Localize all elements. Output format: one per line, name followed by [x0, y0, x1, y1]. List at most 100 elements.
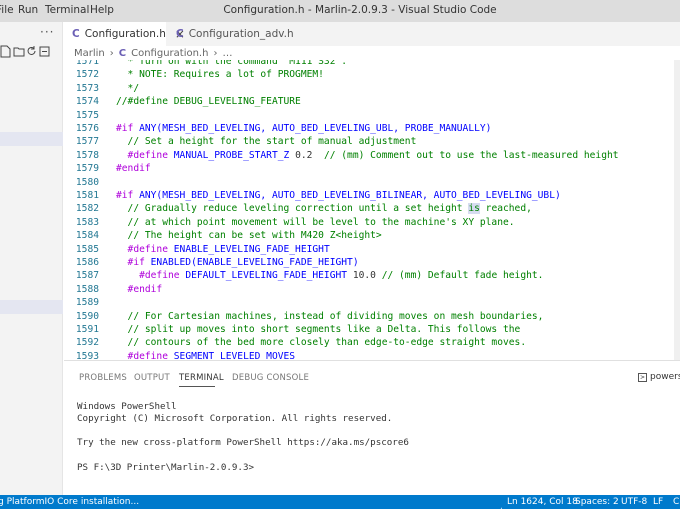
code-line[interactable]: 1575	[64, 109, 680, 122]
code-line[interactable]: 1571 * Turn on with the command 'M111 S3…	[64, 60, 680, 68]
code-line[interactable]: 1577 // Set a height for the start of ma…	[64, 135, 680, 148]
line-number: 1592	[75, 337, 99, 349]
tab-terminal[interactable]: TERMINAL	[179, 373, 224, 383]
tab-label: Configuration_adv.h	[188, 28, 294, 40]
code-token: // split up moves into short segments li…	[116, 324, 521, 335]
line-number: 1590	[75, 310, 99, 322]
code-line[interactable]: 1573 */	[64, 82, 680, 95]
line-number: 1576	[75, 123, 99, 134]
status-eol[interactable]: LF	[653, 497, 663, 507]
code-text: // The height can be set with M420 Z<hei…	[116, 229, 382, 242]
code-token: #endif	[116, 283, 163, 295]
explorer-selected-item-secondary[interactable]	[0, 300, 63, 314]
tab-debug-console[interactable]: DEBUG CONSOLE	[232, 373, 309, 383]
code-line[interactable]: 1583 // at which point movement will be …	[64, 216, 680, 229]
code-text: #define MANUAL_PROBE_START_Z 0.2 // (mm)…	[116, 149, 619, 162]
line-number: 1581	[75, 190, 99, 201]
new-file-icon[interactable]	[0, 45, 11, 58]
c-file-icon: C	[72, 28, 80, 40]
line-number: 1584	[75, 230, 99, 242]
code-line[interactable]: 1579 #endif	[64, 162, 680, 175]
collapse-all-icon[interactable]	[39, 45, 50, 58]
tab-configuration-h[interactable]: C Configuration.h ×	[64, 22, 185, 46]
code-token: #define	[116, 149, 174, 161]
flame-icon[interactable]	[486, 497, 505, 509]
tab-problems[interactable]: PROBLEMS	[79, 373, 127, 383]
terminal-line: PS F:\3D Printer\Marlin-2.0.9.3>	[77, 461, 255, 473]
code-token: #if	[116, 190, 140, 201]
title-bar: File Run Terminal Help Configuration.h -…	[0, 0, 680, 22]
line-number: 1578	[75, 149, 99, 161]
code-token: * NOTE: Requires a lot of PROGMEM!	[116, 69, 324, 81]
code-line[interactable]: 1581 #if ANY(MESH_BED_LEVELING, AUTO_BED_…	[64, 189, 680, 202]
status-indentation[interactable]: Spaces: 2	[575, 497, 619, 507]
breadcrumb-folder[interactable]: Marlin	[74, 48, 105, 59]
code-token: 0.2	[289, 149, 324, 161]
code-line[interactable]: 1578 #define MANUAL_PROBE_START_Z 0.2 //…	[64, 149, 680, 162]
tab-label: Configuration.h	[84, 28, 166, 40]
line-number: 1591	[75, 324, 99, 335]
line-number: 1573	[75, 82, 99, 94]
code-line[interactable]: 1585 #define ENABLE_LEVELING_FADE_HEIGHT	[64, 243, 680, 256]
status-encoding[interactable]: UTF-8	[621, 497, 647, 507]
breadcrumb-symbols[interactable]: …	[222, 48, 232, 59]
line-number: 1580	[75, 176, 99, 188]
code-text: */	[116, 82, 140, 95]
code-line[interactable]: 1590 // For Cartesian machines, instead …	[64, 310, 680, 323]
tab-configuration-adv-h[interactable]: C Configuration_adv.h	[168, 22, 298, 46]
code-text: * Turn on with the command 'M111 S32'.	[116, 60, 348, 68]
code-line[interactable]: 1586 #if ENABLED(ENABLE_LEVELING_FADE_HE…	[64, 256, 680, 269]
line-number: 1589	[75, 297, 99, 309]
code-token: */	[116, 82, 140, 94]
active-tab-indicator	[179, 386, 215, 387]
c-file-icon: C	[118, 47, 127, 59]
code-text: #if ANY(MESH_BED_LEVELING, AUTO_BED_LEVE…	[116, 189, 561, 202]
code-line[interactable]: 1587 #define DEFAULT_LEVELING_FADE_HEIGH…	[64, 269, 680, 282]
code-text: * NOTE: Requires a lot of PROGMEM!	[116, 68, 324, 81]
line-number: 1587	[75, 270, 99, 282]
code-line[interactable]: 1589	[64, 296, 680, 309]
code-line[interactable]: 1580	[64, 176, 680, 189]
code-text: // contours of the bed more closely than…	[116, 336, 527, 349]
line-number: 1582	[75, 203, 99, 215]
explorer-selected-item[interactable]	[0, 132, 63, 146]
editor-tabs: C Configuration.h × C Configuration_adv.…	[64, 22, 680, 46]
refresh-icon[interactable]	[26, 45, 37, 58]
terminal-icon: >	[638, 372, 647, 382]
line-number: 1574	[75, 96, 99, 108]
terminal-shell-selector[interactable]: > powersh	[638, 372, 680, 382]
window-title: Configuration.h - Marlin-2.0.9.3 - Visua…	[223, 4, 497, 16]
new-folder-icon[interactable]	[13, 45, 25, 58]
more-actions-icon[interactable]: ···	[40, 25, 54, 39]
code-line[interactable]: 1576 #if ANY(MESH_BED_LEVELING, AUTO_BED_…	[64, 122, 680, 135]
status-platformio[interactable]: g PlatformIO Core installation...	[0, 497, 139, 507]
code-text: #define SEGMENT_LEVELED_MOVES	[116, 350, 296, 360]
code-line[interactable]: 1572 * NOTE: Requires a lot of PROGMEM!	[64, 68, 680, 81]
breadcrumb-file[interactable]: Configuration.h	[131, 48, 208, 59]
line-number: 1579	[75, 163, 99, 175]
code-token: * Turn on with the command 'M111 S32'.	[116, 60, 348, 67]
terminal-line: Try the new cross-platform PowerShell ht…	[77, 437, 409, 449]
code-line[interactable]: 1584 // The height can be set with M420 …	[64, 229, 680, 242]
code-line[interactable]: 1591 // split up moves into short segmen…	[64, 323, 680, 336]
status-cursor-position[interactable]: Ln 1624, Col 18	[507, 497, 578, 507]
code-text: // For Cartesian machines, instead of di…	[116, 310, 544, 323]
status-language[interactable]: C	[673, 497, 679, 507]
code-text: // Gradually reduce leveling correction …	[116, 202, 532, 215]
tab-output[interactable]: OUTPUT	[134, 373, 170, 383]
code-line[interactable]: 1574 //#define DEBUG_LEVELING_FEATURE	[64, 95, 680, 108]
code-text: //#define DEBUG_LEVELING_FEATURE	[116, 95, 301, 108]
code-token: #if	[116, 257, 151, 268]
c-file-icon: C	[176, 28, 184, 40]
code-editor[interactable]: 1571 * Turn on with the command 'M111 S3…	[64, 60, 680, 360]
line-number: 1586	[75, 257, 99, 268]
code-text: #endif	[116, 162, 151, 175]
code-text: // at which point movement will be level…	[116, 216, 515, 229]
code-line[interactable]: 1593 #define SEGMENT_LEVELED_MOVES	[64, 350, 680, 360]
code-line[interactable]: 1592 // contours of the bed more closely…	[64, 336, 680, 349]
breadcrumb: Marlin › C Configuration.h › …	[64, 46, 680, 60]
code-token: SEGMENT_LEVELED_MOVES	[173, 350, 296, 360]
code-line[interactable]: 1582 // Gradually reduce leveling correc…	[64, 202, 680, 215]
code-token: DEFAULT_LEVELING_FADE_HEIGHT	[185, 270, 348, 282]
code-line[interactable]: 1588 #endif	[64, 283, 680, 296]
